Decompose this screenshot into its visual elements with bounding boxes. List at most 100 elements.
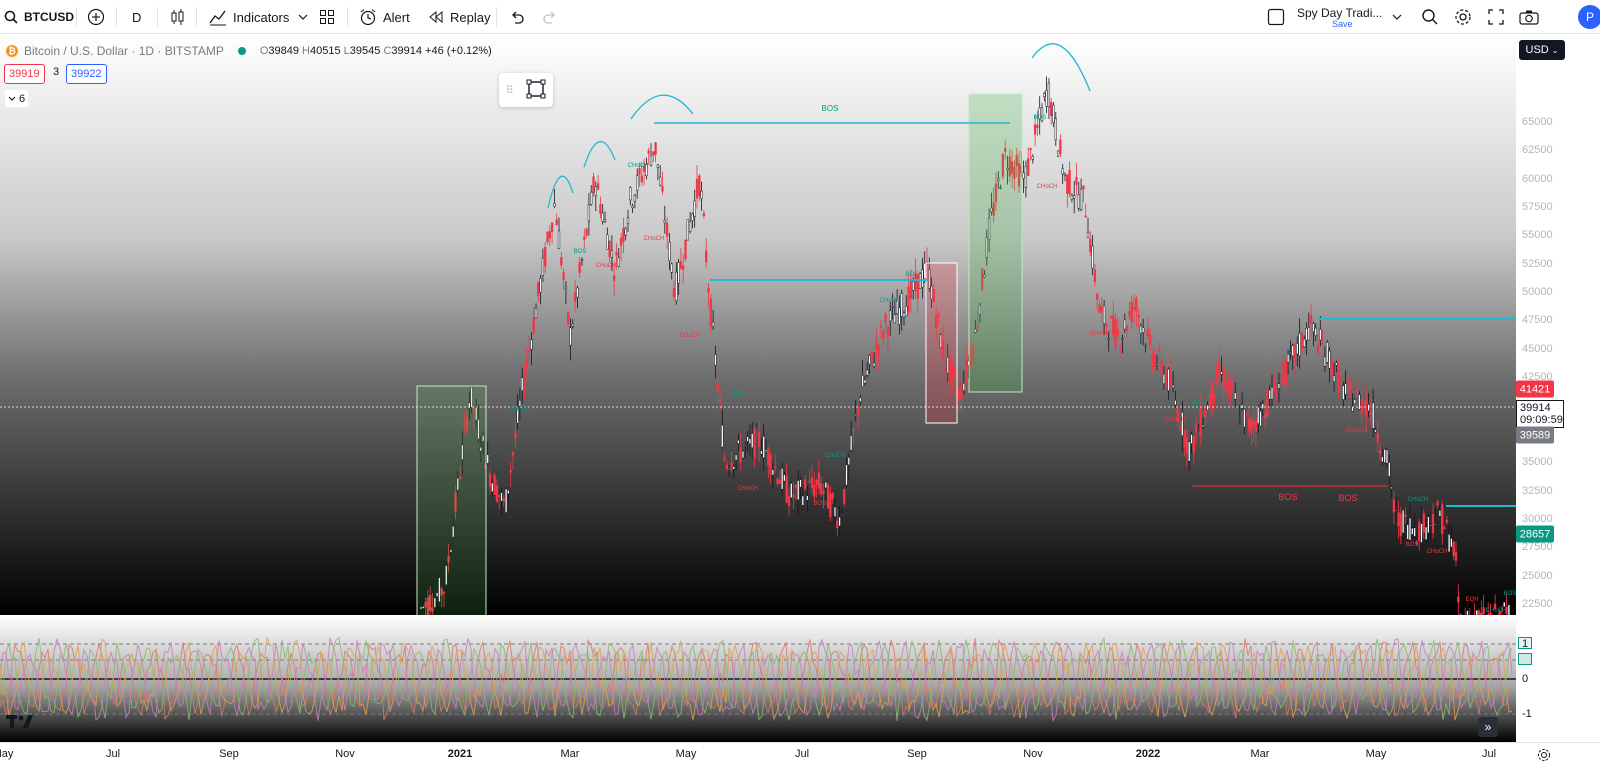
time-tick: 2022 [1135, 748, 1161, 760]
candle-body [1079, 188, 1083, 210]
candle-body [691, 213, 694, 221]
candle-body [617, 257, 620, 267]
layout-dropdown-button[interactable] [1392, 0, 1402, 34]
account-button[interactable]: P [1578, 0, 1600, 34]
candle-body [794, 485, 798, 489]
candle-body [1043, 92, 1046, 97]
candle-body [824, 481, 827, 489]
candle-body [1245, 412, 1248, 415]
candle-body [1162, 373, 1166, 385]
candle-body [495, 485, 499, 502]
rectangle-tool-icon[interactable] [526, 79, 546, 102]
snapshot-button[interactable] [1519, 0, 1539, 34]
candle-body [1029, 148, 1032, 151]
structure-label: BOS [1504, 591, 1516, 597]
candle-body [562, 272, 565, 280]
candle-body [728, 469, 731, 471]
candle-body [615, 252, 618, 256]
main-chart-pane[interactable]: BOS BOS CHoCH CHoCH CHoCH BOS CHoCH CHoCH BOS CHo… [0, 35, 1516, 615]
replay-button[interactable]: Replay [428, 0, 490, 34]
candle-body [629, 187, 632, 201]
candle-body [714, 354, 717, 366]
oscillator-pane[interactable]: » [0, 616, 1516, 742]
candle-body [748, 438, 752, 445]
candle-body [1459, 613, 1462, 615]
time-axis[interactable]: May Jul Sep Nov 2021 Mar May Jul Sep Nov 2022 Mar Ma… [0, 742, 1600, 779]
tradingview-logo[interactable] [6, 712, 34, 735]
currency-button[interactable]: USD ⌄ [1519, 40, 1565, 60]
chevron-down-icon [8, 93, 16, 105]
interval-label: D [132, 9, 142, 25]
candle-body [813, 484, 816, 497]
candle-body [1277, 383, 1281, 389]
undo-button[interactable] [509, 0, 525, 34]
sell-price-button[interactable]: 39919 [4, 64, 45, 84]
candle-body [1326, 342, 1329, 363]
candle-body [569, 327, 572, 346]
symbol-legend[interactable]: ₿ Bitcoin / U.S. Dollar · 1D · BITSTAMP … [6, 43, 492, 59]
symbol-search-button[interactable]: BTCUSD [4, 0, 74, 34]
interval-button[interactable]: D [132, 0, 141, 34]
candle-body [826, 484, 830, 509]
candle-body [537, 282, 540, 296]
oscillator-axis[interactable]: 1 0 -1 [1516, 616, 1600, 742]
candle-body [606, 234, 609, 250]
compare-add-button[interactable] [87, 0, 105, 34]
candle-body [590, 191, 593, 205]
candle-body [509, 470, 512, 473]
quick-search-button[interactable] [1421, 0, 1439, 34]
candle-body [889, 310, 892, 322]
chart-type-button[interactable] [170, 0, 186, 34]
candle-body [1208, 394, 1212, 407]
redo-icon [542, 10, 558, 24]
candle-body [1100, 306, 1103, 312]
settings-button[interactable] [1454, 0, 1472, 34]
price-tick: 30000 [1522, 512, 1553, 525]
candle-body [836, 520, 839, 528]
candle-body [741, 450, 745, 459]
scroll-to-realtime-button[interactable]: » [1478, 717, 1498, 737]
candle-body [502, 498, 505, 502]
candle-body [822, 490, 825, 494]
alert-button[interactable]: Alert [359, 0, 410, 34]
candle-body [1477, 610, 1481, 615]
candle-body [1155, 363, 1159, 366]
candle-body [603, 219, 607, 222]
candle-body [1480, 612, 1483, 615]
redo-button[interactable] [542, 0, 558, 34]
alert-label: Alert [383, 9, 410, 25]
osc-value-box [1518, 653, 1532, 665]
candle-body [1105, 324, 1108, 327]
chevron-down-icon [298, 13, 308, 21]
structure-label: BOS [1194, 401, 1207, 407]
time-tick: Nov [1023, 748, 1043, 760]
structure-label: BOS [822, 104, 839, 113]
candle-body [592, 176, 595, 194]
price-axis[interactable]: USD ⌄ 65000 62500 60000 57500 55000 52500 5000… [1516, 35, 1600, 615]
fullscreen-button[interactable] [1488, 0, 1504, 34]
templates-button[interactable] [319, 0, 335, 34]
candle-body [760, 450, 763, 455]
candle-body [877, 345, 880, 357]
candle-body [891, 305, 894, 308]
axis-settings-button[interactable] [1537, 748, 1551, 765]
candle-body [567, 311, 570, 324]
indicators-collapse-button[interactable]: 6 [5, 90, 29, 107]
drag-handle-icon[interactable]: ⠿ [506, 84, 514, 97]
indicators-dropdown-button[interactable] [298, 0, 308, 34]
candle-body [700, 190, 703, 199]
candle-body [1344, 383, 1347, 395]
demand-zone [416, 385, 487, 615]
drawing-toolbar[interactable]: ⠿ [499, 73, 553, 107]
separator [496, 7, 497, 27]
chevron-down-icon [1392, 13, 1402, 21]
candle-body [1125, 326, 1129, 331]
layout-name-button[interactable]: Spy Day Tradi... Save [1297, 0, 1382, 34]
candle-body [861, 374, 864, 387]
indicators-button[interactable]: Indicators [209, 0, 289, 34]
candle-body [1284, 360, 1287, 386]
layout-checkbox[interactable] [1267, 0, 1285, 34]
candle-body [792, 494, 795, 498]
price-tick: 62500 [1522, 144, 1553, 157]
buy-price-button[interactable]: 39922 [66, 64, 107, 84]
